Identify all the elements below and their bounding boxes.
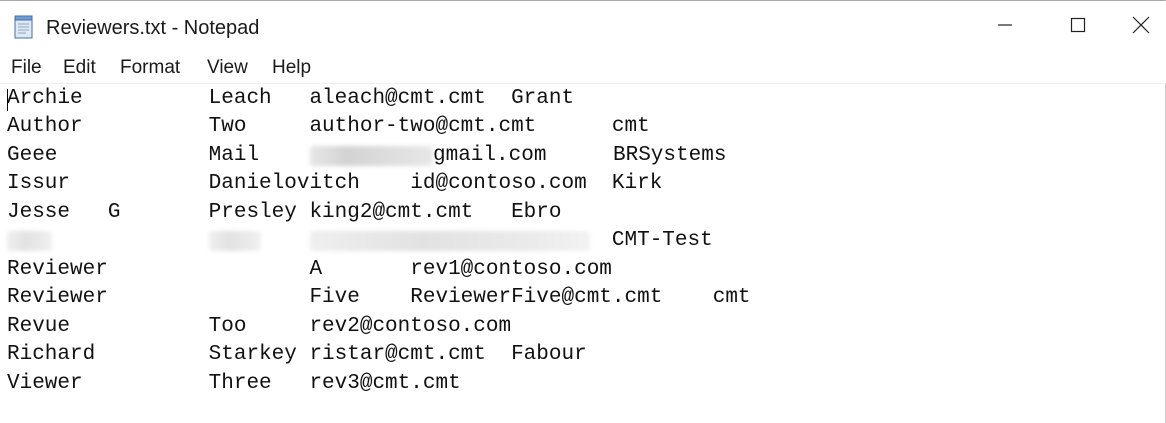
menu-format[interactable]: Format [120, 56, 180, 80]
text-line: Archie Leach aleach@cmt.cmt Grant [7, 87, 575, 110]
title-bar[interactable]: Reviewers.txt - Notepad [0, 1, 1166, 53]
notepad-icon [14, 15, 34, 39]
text-line: Geee Mail [7, 144, 310, 167]
close-button[interactable] [1115, 1, 1166, 53]
notepad-window: Reviewers.txt - Notepad File Edit Format… [0, 0, 1166, 423]
redacted-email-prefix [310, 146, 433, 166]
minimize-button[interactable] [970, 1, 1040, 53]
text-line: Reviewer Five ReviewerFive@cmt.cmt cmt [7, 286, 751, 309]
menu-view[interactable]: View [207, 56, 248, 80]
menu-bar: File Edit Format View Help [0, 53, 1166, 83]
window-title: Reviewers.txt - Notepad [46, 17, 260, 39]
text-line: Issur Danielovitch id@contoso.com Kirk [7, 172, 663, 195]
minimize-icon [997, 17, 1013, 38]
text-line: CMT-Test [7, 229, 713, 252]
company-text: BRSystems [613, 144, 727, 167]
text-line: Reviewer A rev1@contoso.com [7, 258, 612, 281]
text-line: Richard Starkey ristar@cmt.cmt Fabour [7, 343, 587, 366]
menu-edit[interactable]: Edit [63, 56, 96, 80]
menu-help[interactable]: Help [272, 56, 311, 80]
maximize-button[interactable] [1043, 1, 1113, 53]
text-line: Author Two author-two@cmt.cmt cmt [7, 115, 650, 138]
menu-file[interactable]: File [11, 56, 42, 80]
maximize-icon [1070, 17, 1086, 38]
text-editor[interactable]: Archie Leach aleach@cmt.cmt Grant Author… [0, 83, 1162, 423]
text-line: Viewer Three rev3@cmt.cmt [7, 372, 461, 395]
close-icon [1132, 16, 1150, 39]
partial-email: gmail.com [433, 144, 547, 167]
text-line: Jesse G Presley king2@cmt.cmt Ebro [7, 201, 562, 224]
text-line: Revue Too rev2@contoso.com [7, 315, 512, 338]
